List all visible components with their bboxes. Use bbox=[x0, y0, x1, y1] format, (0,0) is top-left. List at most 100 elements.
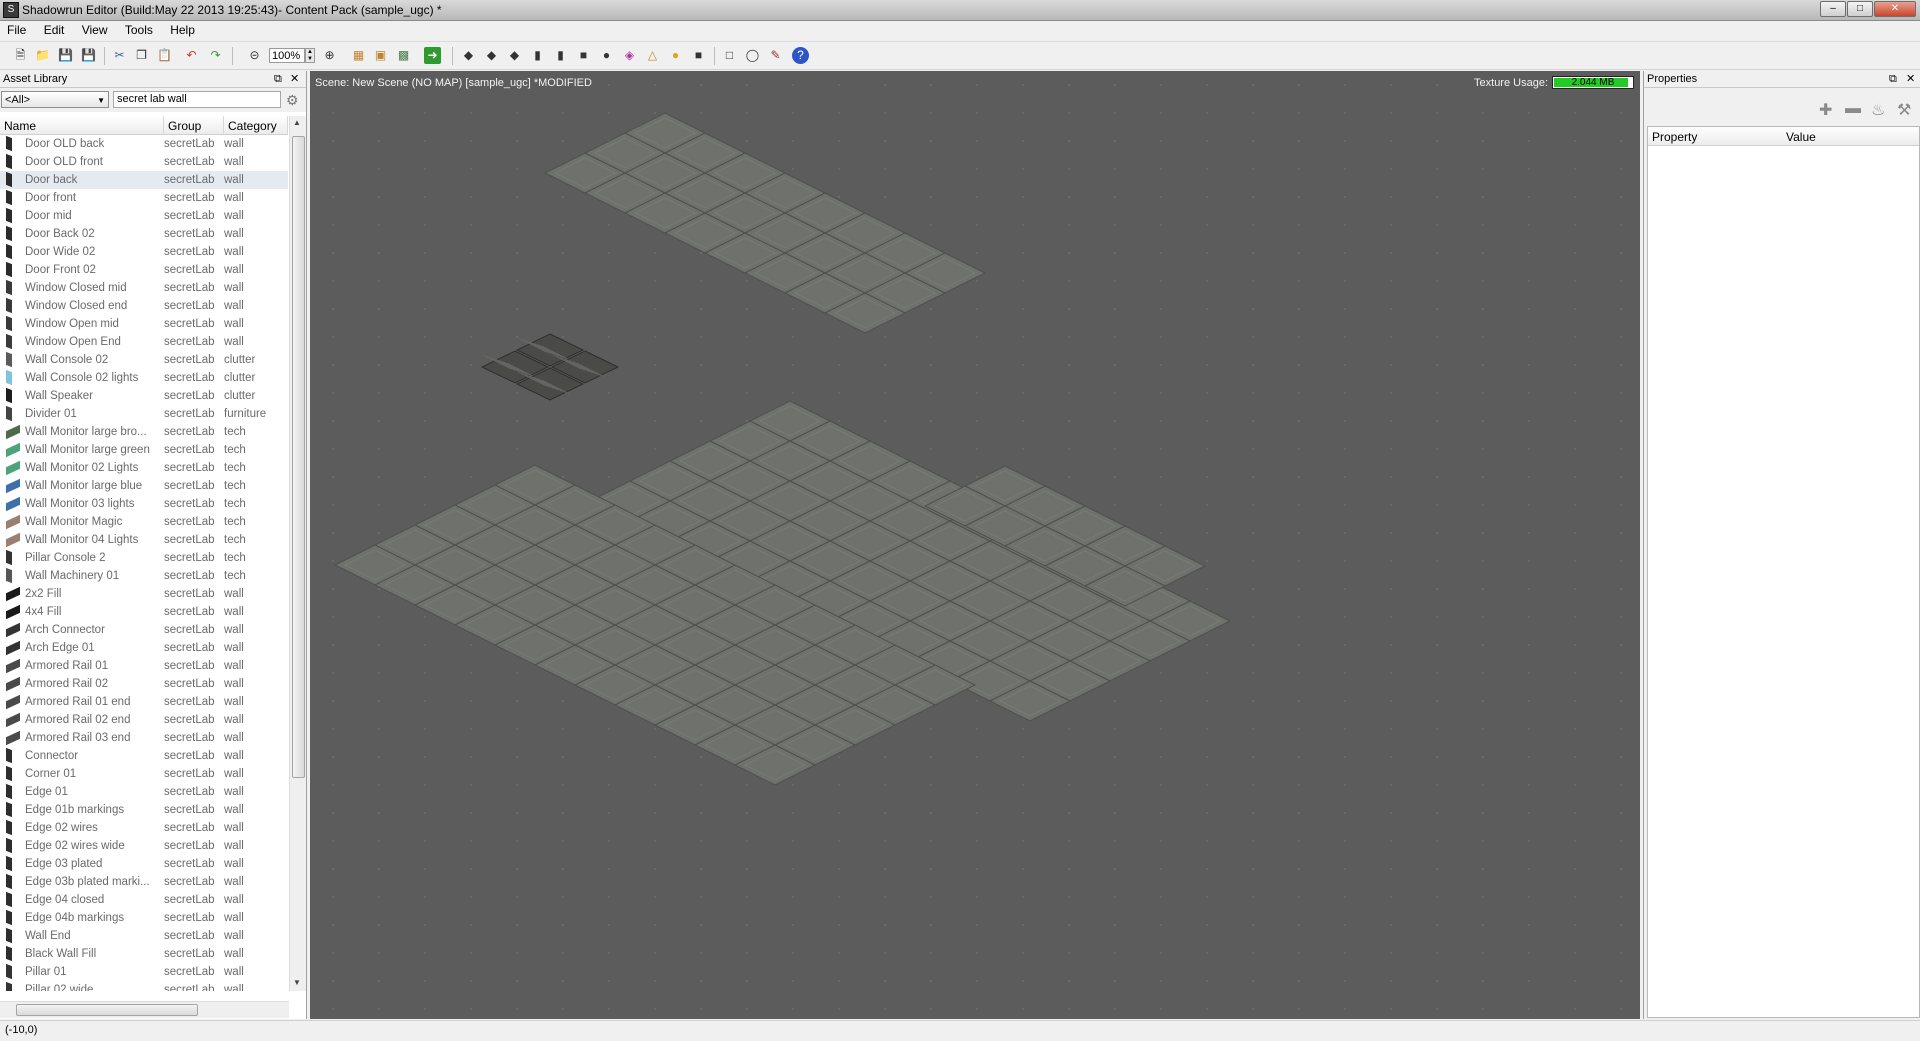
float-panel-icon[interactable]: ⧉ bbox=[274, 71, 282, 87]
menu-tools[interactable]: Tools bbox=[118, 21, 160, 41]
asset-row[interactable]: Edge 01b markings secretLab wall bbox=[0, 801, 288, 819]
grid-icon[interactable]: ▦ bbox=[350, 47, 367, 64]
audio-tool-icon[interactable]: ■ bbox=[690, 47, 707, 64]
redo-icon[interactable]: ↷ bbox=[207, 47, 224, 64]
open-folder-icon[interactable]: 📁 bbox=[34, 47, 51, 64]
bucket-icon[interactable]: ♨ bbox=[1871, 100, 1885, 120]
asset-row[interactable]: Wall Machinery 01 secretLab tech bbox=[0, 567, 288, 585]
zoom-field[interactable]: 100% bbox=[269, 48, 305, 63]
paste-icon[interactable]: 📋 bbox=[156, 47, 173, 64]
asset-row[interactable]: Arch Edge 01 secretLab wall bbox=[0, 639, 288, 657]
float-panel-icon[interactable]: ⧉ bbox=[1889, 71, 1897, 87]
prop-tool-icon[interactable]: ■ bbox=[575, 47, 592, 64]
asset-row[interactable]: Edge 03b plated marki... secretLab wall bbox=[0, 873, 288, 891]
asset-row[interactable]: Armored Rail 03 end secretLab wall bbox=[0, 729, 288, 747]
light-tool-icon[interactable]: ● bbox=[667, 47, 684, 64]
actor-tool-icon[interactable]: ● bbox=[598, 47, 615, 64]
close-window-button[interactable]: ✕ bbox=[1874, 1, 1916, 17]
close-panel-icon[interactable]: ✕ bbox=[290, 71, 299, 87]
help-icon[interactable]: ? bbox=[792, 47, 809, 64]
asset-row[interactable]: Wall Monitor large bro... secretLab tech bbox=[0, 423, 288, 441]
play-icon[interactable]: ➜ bbox=[424, 47, 441, 64]
scroll-down-icon[interactable]: ▼ bbox=[293, 978, 301, 987]
camera-icon[interactable]: ◯ bbox=[744, 47, 761, 64]
asset-row[interactable]: Armored Rail 01 secretLab wall bbox=[0, 657, 288, 675]
scene-canvas[interactable] bbox=[310, 71, 1640, 1019]
scene-viewport[interactable]: Scene: New Scene (NO MAP) [sample_ugc] *… bbox=[310, 71, 1640, 1019]
asset-horizontal-scrollbar[interactable] bbox=[0, 1001, 289, 1018]
close-panel-icon[interactable]: ✕ bbox=[1906, 71, 1915, 87]
scroll-thumb[interactable] bbox=[292, 136, 305, 778]
floor-slab-upper[interactable] bbox=[543, 112, 987, 334]
save-all-icon[interactable]: 💾 bbox=[80, 47, 97, 64]
new-file-icon[interactable]: 🗎 bbox=[12, 47, 29, 64]
asset-row[interactable]: Wall Monitor Magic secretLab tech bbox=[0, 513, 288, 531]
maximize-button[interactable]: □ bbox=[1847, 1, 1873, 17]
zoom-out-icon[interactable]: ⊝ bbox=[246, 47, 263, 64]
asset-row[interactable]: Wall Console 02 secretLab clutter bbox=[0, 351, 288, 369]
asset-row[interactable]: Window Closed mid secretLab wall bbox=[0, 279, 288, 297]
floor2-tool-icon[interactable]: ◆ bbox=[483, 47, 500, 64]
wall-tool-icon[interactable]: ▮ bbox=[529, 47, 546, 64]
wrench-icon[interactable]: ⚒ bbox=[1897, 100, 1911, 120]
asset-row[interactable]: Door Wide 02 secretLab wall bbox=[0, 243, 288, 261]
undo-icon[interactable]: ↶ bbox=[183, 47, 200, 64]
asset-row[interactable]: Corner 01 secretLab wall bbox=[0, 765, 288, 783]
asset-row[interactable]: Connector secretLab wall bbox=[0, 747, 288, 765]
cube-icon[interactable]: □ bbox=[721, 47, 738, 64]
minimize-button[interactable]: – bbox=[1820, 1, 1846, 17]
asset-row[interactable]: Armored Rail 02 end secretLab wall bbox=[0, 711, 288, 729]
floor-grate[interactable] bbox=[480, 333, 620, 401]
menu-view[interactable]: View bbox=[75, 21, 115, 41]
column-value[interactable]: Value bbox=[1786, 130, 1816, 144]
save-icon[interactable]: 💾 bbox=[57, 47, 74, 64]
wall2-tool-icon[interactable]: ▮ bbox=[552, 47, 569, 64]
asset-row[interactable]: Edge 02 wires wide secretLab wall bbox=[0, 837, 288, 855]
asset-row[interactable]: Pillar 01 secretLab wall bbox=[0, 963, 288, 981]
asset-row[interactable]: 4x4 Fill secretLab wall bbox=[0, 603, 288, 621]
asset-row[interactable]: Divider 01 secretLab furniture bbox=[0, 405, 288, 423]
region-tool-icon[interactable]: ◈ bbox=[621, 47, 638, 64]
asset-row[interactable]: Edge 02 wires secretLab wall bbox=[0, 819, 288, 837]
asset-row[interactable]: Door OLD front secretLab wall bbox=[0, 153, 288, 171]
snap-icon[interactable]: ▣ bbox=[372, 47, 389, 64]
copy-icon[interactable]: ❐ bbox=[133, 47, 150, 64]
asset-row[interactable]: Door OLD back secretLab wall bbox=[0, 135, 288, 153]
brush-icon[interactable]: ✎ bbox=[767, 47, 784, 64]
asset-row[interactable]: Black Wall Fill secretLab wall bbox=[0, 945, 288, 963]
scroll-up-icon[interactable]: ▲ bbox=[293, 118, 301, 127]
remove-property-icon[interactable]: ▬ bbox=[1845, 100, 1861, 118]
map-icon[interactable]: ▩ bbox=[395, 47, 412, 64]
asset-row[interactable]: Armored Rail 01 end secretLab wall bbox=[0, 693, 288, 711]
cut-icon[interactable]: ✂ bbox=[111, 47, 128, 64]
asset-row[interactable]: Wall Console 02 lights secretLab clutter bbox=[0, 369, 288, 387]
asset-row[interactable]: Wall Monitor large green secretLab tech bbox=[0, 441, 288, 459]
asset-row[interactable]: 2x2 Fill secretLab wall bbox=[0, 585, 288, 603]
asset-row[interactable]: Door back secretLab wall bbox=[0, 171, 288, 189]
column-name[interactable]: Name bbox=[0, 116, 164, 134]
asset-vertical-scrollbar[interactable]: ▲ ▼ bbox=[289, 116, 306, 991]
asset-row[interactable]: Window Closed end secretLab wall bbox=[0, 297, 288, 315]
column-property[interactable]: Property bbox=[1652, 130, 1697, 144]
search-input[interactable] bbox=[113, 91, 281, 108]
asset-row[interactable]: Door Front 02 secretLab wall bbox=[0, 261, 288, 279]
column-group[interactable]: Group bbox=[164, 116, 224, 134]
group-filter-select[interactable]: <All> ▼ bbox=[1, 91, 109, 108]
floor3-tool-icon[interactable]: ◆ bbox=[506, 47, 523, 64]
asset-row[interactable]: Wall Monitor 04 Lights secretLab tech bbox=[0, 531, 288, 549]
zoom-spinner[interactable]: ▲ ▼ bbox=[305, 48, 315, 63]
asset-row[interactable]: Door mid secretLab wall bbox=[0, 207, 288, 225]
asset-row[interactable]: Window Open End secretLab wall bbox=[0, 333, 288, 351]
asset-row[interactable]: Door Back 02 secretLab wall bbox=[0, 225, 288, 243]
gear-icon[interactable]: ⚙ bbox=[286, 92, 302, 108]
asset-row[interactable]: Pillar Console 2 secretLab tech bbox=[0, 549, 288, 567]
asset-row[interactable]: Edge 04b markings secretLab wall bbox=[0, 909, 288, 927]
asset-row[interactable]: Pillar 02 wide secretLab wall bbox=[0, 981, 288, 991]
menu-edit[interactable]: Edit bbox=[37, 21, 72, 41]
add-property-icon[interactable]: ✚ bbox=[1819, 100, 1832, 120]
asset-row[interactable]: Wall Monitor large blue secretLab tech bbox=[0, 477, 288, 495]
menu-help[interactable]: Help bbox=[163, 21, 202, 41]
asset-row[interactable]: Wall Monitor 03 lights secretLab tech bbox=[0, 495, 288, 513]
zoom-in-icon[interactable]: ⊕ bbox=[321, 47, 338, 64]
asset-row[interactable]: Window Open mid secretLab wall bbox=[0, 315, 288, 333]
